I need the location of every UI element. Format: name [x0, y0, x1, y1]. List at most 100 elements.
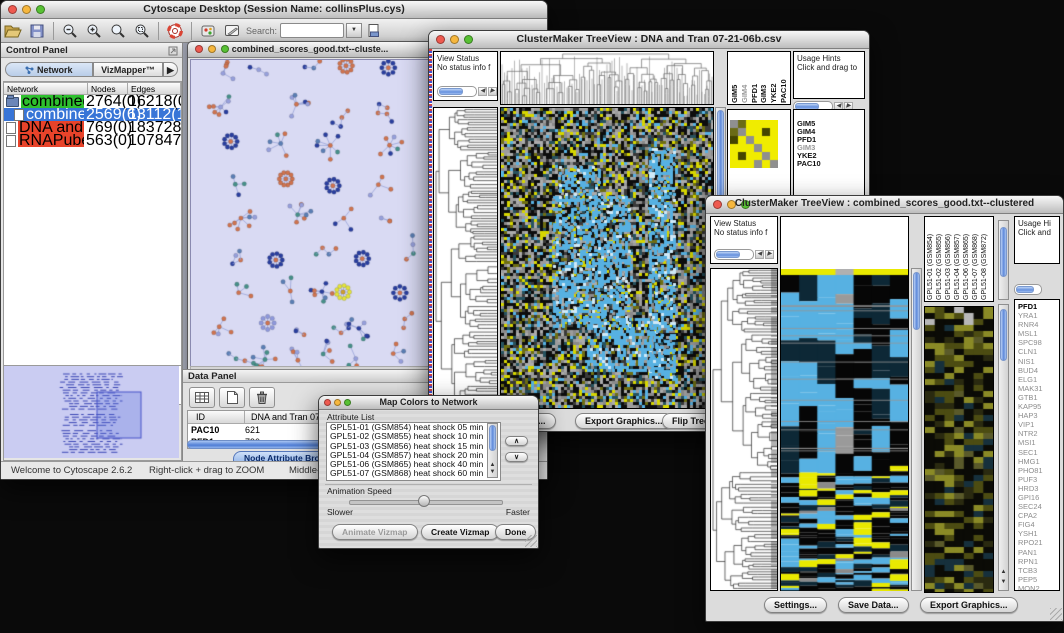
toolbar-separator [53, 22, 54, 40]
treeview1-view-status-panel: View StatusNo status info f ◀▶ [433, 51, 498, 101]
gene-label: HRD3 [1018, 484, 1059, 493]
gene-label: YRA1 [1018, 311, 1059, 320]
treeview1-usage-hints-panel: Usage HintsClick and drag to [793, 51, 865, 99]
gene-label: ELG1 [1018, 375, 1059, 384]
annotation-icon[interactable] [221, 21, 243, 40]
gene-label: SEC1 [1018, 448, 1059, 457]
gene-label: MSL1 [1018, 329, 1059, 338]
attribute-list-item[interactable]: GPL51-07 (GSM868) heat shock 60 min [327, 469, 500, 478]
gene-list-scrollbar[interactable]: ▲ ▼ [998, 304, 1009, 591]
toolbar-separator [191, 22, 192, 40]
gene-label: CPA2 [1018, 511, 1059, 520]
attribute-table-icon[interactable] [189, 387, 215, 408]
treeview2-main-column [780, 216, 909, 591]
main-titlebar[interactable]: Cytoscape Desktop (Session Name: collins… [1, 1, 547, 19]
slower-label: Slower [327, 507, 353, 517]
resize-grip[interactable] [1050, 608, 1062, 620]
control-panel: Control Panel Network VizMapper™ ▶ Netwo… [1, 43, 183, 461]
treeview2-zoom-heatmap[interactable] [925, 307, 993, 592]
zoom-out-icon[interactable] [59, 21, 81, 40]
view-status-scrollbar[interactable]: ◀▶ [437, 86, 497, 97]
zoom-selected-icon[interactable] [131, 21, 153, 40]
attribute-listbox[interactable]: GPL51-01 (GSM854) heat shock 05 minGPL51… [326, 422, 501, 481]
desktop: Cytoscape Desktop (Session Name: collins… [0, 0, 1064, 633]
treeview2-row-dendrogram[interactable] [710, 268, 778, 591]
treeview1-titlebar[interactable]: ClusterMaker TreeView : DNA and Tran 07-… [429, 31, 869, 49]
treeview2-heatmap[interactable] [781, 269, 908, 591]
animation-speed-label: Animation Speed [327, 486, 392, 496]
column-header-id[interactable]: ID [188, 411, 245, 423]
column-labels-scrollbar[interactable] [998, 220, 1009, 300]
scroll-up-arrow[interactable]: ▲ [999, 569, 1008, 576]
scroll-down-arrow[interactable]: ▼ [999, 579, 1008, 586]
plugin-icon[interactable] [197, 21, 219, 40]
move-attribute-down-button[interactable]: ∨ [505, 452, 528, 462]
export-graphics-button[interactable]: Export Graphics... [575, 413, 673, 429]
gene-label: GTB1 [1018, 393, 1059, 402]
group-separator [325, 484, 532, 485]
treeview1-column-labels: GIM5 GIM4 PFD1 GIM3 YKE2 PAC10 [727, 51, 791, 105]
network-window-title: combined_scores_good.txt--cluste... [188, 44, 432, 54]
dialog-titlebar[interactable]: Map Colors to Network [319, 396, 538, 410]
treeview1-zoom-matrix[interactable] [730, 120, 778, 168]
animation-speed-slider-thumb[interactable] [418, 495, 430, 507]
scroll-up-arrow[interactable]: ▲ [488, 462, 497, 469]
treeview2-window: ClusterMaker TreeView : combined_scores_… [705, 195, 1064, 622]
treeview1-column-dendrogram[interactable] [500, 51, 714, 105]
table-row-rnapuber[interactable]: RNAPuberNov2+l 563(0)107847(0) [4, 134, 181, 147]
zoom-in-icon[interactable] [83, 21, 105, 40]
treeview2-gene-list[interactable]: PFD1 YRA1RNR4MSL1SPC98CLN1NIS1BUD4ELG1MA… [1014, 299, 1060, 591]
delete-attribute-trash-icon[interactable] [249, 387, 275, 408]
network-canvas[interactable] [190, 59, 430, 367]
search-input[interactable] [280, 23, 344, 38]
gene-label: HAP3 [1018, 411, 1059, 420]
control-panel-header: Control Panel [1, 43, 182, 58]
data-panel-toolbar [189, 387, 279, 408]
network-doc-icon [6, 135, 16, 147]
save-session-icon[interactable] [26, 21, 48, 40]
export-graphics-button[interactable]: Export Graphics... [920, 597, 1018, 613]
treeview2-titlebar[interactable]: ClusterMaker TreeView : combined_scores_… [706, 196, 1063, 214]
treeview2-title: ClusterMaker TreeView : combined_scores_… [706, 198, 1063, 209]
new-attribute-icon[interactable] [219, 387, 245, 408]
network-window-1: combined_scores_good.txt--cluste... [187, 41, 433, 375]
array-column-label: GPL51-03 (GSM856) [945, 217, 952, 300]
create-vizmap-button[interactable]: Create Vizmap [421, 524, 499, 540]
array-column-label: GPL51-06 (GSM865) [963, 217, 970, 300]
treeview1-row-dendrogram[interactable] [433, 107, 498, 409]
search-label: Search: [246, 26, 277, 36]
resize-grip[interactable] [525, 535, 537, 547]
tab-overflow-button[interactable]: ▶ [163, 62, 178, 77]
attribute-list-scrollbar[interactable]: ▲ ▼ [487, 423, 498, 478]
usage-hints-scrollbar[interactable] [1014, 284, 1042, 295]
save-data-button[interactable]: Save Data... [838, 597, 909, 613]
array-column-label: GPL51-08 (GSM872) [981, 217, 988, 300]
network-doc-icon [14, 109, 24, 121]
attribute-list-label: Attribute List [327, 412, 374, 422]
view-status-scrollbar[interactable]: ◀▶ [714, 249, 774, 260]
scroll-down-arrow[interactable]: ▼ [488, 469, 497, 476]
help-lifesaver-icon[interactable] [164, 21, 186, 40]
tab-vizmapper[interactable]: VizMapper™ [93, 62, 163, 77]
treeview2-zoom-heatmap-panel [924, 306, 994, 593]
treeview2-vscrollbar[interactable] [911, 268, 922, 591]
search-dropdown-button[interactable]: ▼ [346, 23, 362, 38]
float-panel-icon[interactable] [168, 46, 178, 56]
open-session-icon[interactable] [2, 21, 24, 40]
gene-label: RPO21 [1018, 538, 1059, 547]
treeview1-heatmap[interactable] [500, 107, 714, 409]
gene-label: BUD4 [1018, 366, 1059, 375]
gene-label: HMG1 [1018, 457, 1059, 466]
network-overview-canvas[interactable] [4, 366, 179, 458]
selection-strip [429, 49, 432, 409]
gene-label-selected: PFD1 [1018, 302, 1059, 311]
tab-network[interactable]: Network [5, 62, 93, 77]
settings-button[interactable]: Settings... [764, 597, 827, 613]
network-overview-panel[interactable] [3, 365, 182, 461]
search-config-icon[interactable] [363, 21, 385, 40]
status-welcome: Welcome to Cytoscape 2.6.2 [11, 465, 132, 476]
move-attribute-up-button[interactable]: ∧ [505, 436, 528, 446]
faster-label: Faster [506, 507, 530, 517]
gene-label: MSI1 [1018, 438, 1059, 447]
zoom-fit-icon[interactable] [107, 21, 129, 40]
